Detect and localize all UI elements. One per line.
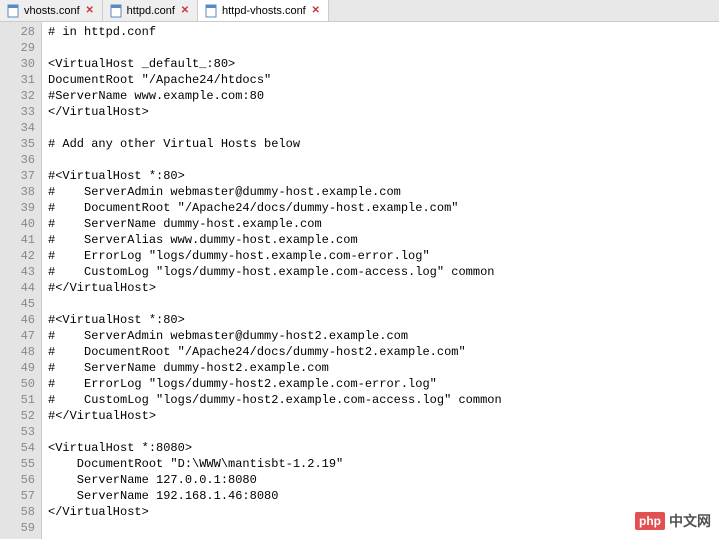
code-line[interactable]: </VirtualHost>	[48, 504, 713, 520]
line-number: 42	[2, 248, 35, 264]
close-icon[interactable]: ✕	[179, 5, 191, 17]
code-line[interactable]	[48, 152, 713, 168]
code-line[interactable]	[48, 40, 713, 56]
code-line[interactable]: #</VirtualHost>	[48, 280, 713, 296]
code-line[interactable]: <VirtualHost _default_:80>	[48, 56, 713, 72]
line-number: 57	[2, 488, 35, 504]
line-number: 37	[2, 168, 35, 184]
code-line[interactable]: # DocumentRoot "/Apache24/docs/dummy-hos…	[48, 344, 713, 360]
code-line[interactable]: # Add any other Virtual Hosts below	[48, 136, 713, 152]
code-line[interactable]: # CustomLog "logs/dummy-host2.example.co…	[48, 392, 713, 408]
code-line[interactable]: # ServerAdmin webmaster@dummy-host.examp…	[48, 184, 713, 200]
tab-label: httpd.conf	[127, 5, 175, 17]
file-icon	[109, 4, 123, 18]
code-line[interactable]: #<VirtualHost *:80>	[48, 312, 713, 328]
tab-label: httpd-vhosts.conf	[222, 5, 306, 17]
tab-bar: vhosts.conf ✕ httpd.conf ✕ httpd-vhosts.…	[0, 0, 719, 22]
line-number: 35	[2, 136, 35, 152]
tab-httpd-vhosts[interactable]: httpd-vhosts.conf ✕	[198, 0, 329, 21]
line-number: 43	[2, 264, 35, 280]
line-number: 38	[2, 184, 35, 200]
code-line[interactable]: #<VirtualHost *:80>	[48, 168, 713, 184]
code-line[interactable]: </VirtualHost>	[48, 104, 713, 120]
line-number: 33	[2, 104, 35, 120]
line-number: 29	[2, 40, 35, 56]
line-number: 49	[2, 360, 35, 376]
code-line[interactable]: ServerName 192.168.1.46:8080	[48, 488, 713, 504]
line-number: 41	[2, 232, 35, 248]
code-line[interactable]: # DocumentRoot "/Apache24/docs/dummy-hos…	[48, 200, 713, 216]
line-number: 56	[2, 472, 35, 488]
line-number: 32	[2, 88, 35, 104]
line-number: 48	[2, 344, 35, 360]
code-line[interactable]: #</VirtualHost>	[48, 408, 713, 424]
code-line[interactable]: #ServerName www.example.com:80	[48, 88, 713, 104]
code-line[interactable]	[48, 296, 713, 312]
line-number: 50	[2, 376, 35, 392]
line-number: 46	[2, 312, 35, 328]
line-number: 47	[2, 328, 35, 344]
code-line[interactable]: # in httpd.conf	[48, 24, 713, 40]
tab-label: vhosts.conf	[24, 5, 80, 17]
line-number: 31	[2, 72, 35, 88]
tab-vhosts[interactable]: vhosts.conf ✕	[0, 0, 103, 21]
code-line[interactable]: # CustomLog "logs/dummy-host.example.com…	[48, 264, 713, 280]
code-line[interactable]: # ServerName dummy-host.example.com	[48, 216, 713, 232]
code-line[interactable]: # ServerAlias www.dummy-host.example.com	[48, 232, 713, 248]
line-number: 54	[2, 440, 35, 456]
line-number: 39	[2, 200, 35, 216]
line-number: 40	[2, 216, 35, 232]
code-line[interactable]: # ErrorLog "logs/dummy-host2.example.com…	[48, 376, 713, 392]
close-icon[interactable]: ✕	[310, 5, 322, 17]
code-line[interactable]	[48, 120, 713, 136]
line-number: 53	[2, 424, 35, 440]
line-number: 30	[2, 56, 35, 72]
code-line[interactable]: # ServerAdmin webmaster@dummy-host2.exam…	[48, 328, 713, 344]
code-line[interactable]	[48, 424, 713, 440]
line-number: 44	[2, 280, 35, 296]
close-icon[interactable]: ✕	[84, 5, 96, 17]
line-number: 51	[2, 392, 35, 408]
code-line[interactable]: <VirtualHost *:8080>	[48, 440, 713, 456]
watermark: php 中文网	[635, 511, 711, 531]
line-number: 55	[2, 456, 35, 472]
line-number: 45	[2, 296, 35, 312]
code-line[interactable]: DocumentRoot "D:\WWW\mantisbt-1.2.19"	[48, 456, 713, 472]
code-line[interactable]	[48, 520, 713, 536]
line-number: 58	[2, 504, 35, 520]
line-number: 59	[2, 520, 35, 536]
line-number: 36	[2, 152, 35, 168]
file-icon	[6, 4, 20, 18]
editor: 2829303132333435363738394041424344454647…	[0, 22, 719, 539]
code-line[interactable]: # ErrorLog "logs/dummy-host.example.com-…	[48, 248, 713, 264]
line-number: 34	[2, 120, 35, 136]
line-number: 52	[2, 408, 35, 424]
code-line[interactable]: ServerName 127.0.0.1:8080	[48, 472, 713, 488]
code-line[interactable]: # ServerName dummy-host2.example.com	[48, 360, 713, 376]
watermark-logo: php	[635, 512, 665, 530]
watermark-text: 中文网	[669, 511, 711, 531]
file-icon	[204, 4, 218, 18]
line-number-gutter: 2829303132333435363738394041424344454647…	[0, 22, 42, 539]
tab-httpd[interactable]: httpd.conf ✕	[103, 0, 198, 21]
code-area[interactable]: # in httpd.conf <VirtualHost _default_:80…	[42, 22, 719, 539]
code-line[interactable]: DocumentRoot "/Apache24/htdocs"	[48, 72, 713, 88]
line-number: 28	[2, 24, 35, 40]
